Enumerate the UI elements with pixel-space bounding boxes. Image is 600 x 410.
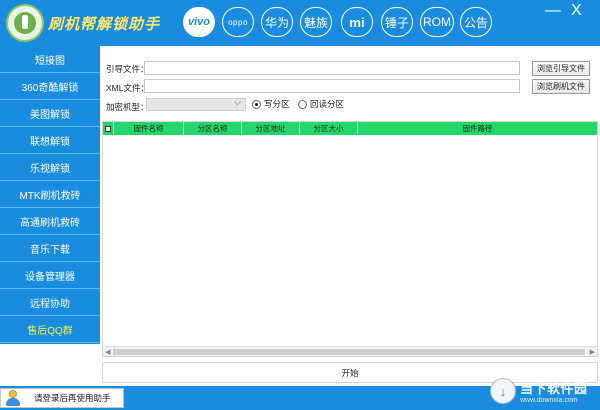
scrollbar-thumb[interactable] (113, 349, 585, 355)
xml-file-input[interactable] (144, 79, 520, 93)
xml-file-label: XML文件： (106, 83, 149, 93)
user-icon (5, 390, 21, 406)
notice-button[interactable]: 公告 (460, 7, 492, 37)
column-partition-size[interactable]: 分区大小 (300, 122, 358, 135)
sidebar-item-device-manager[interactable]: 设备管理器 (0, 262, 100, 289)
brand-mi-button[interactable]: mi (341, 7, 373, 37)
scroll-left-icon[interactable]: ◀ (105, 348, 110, 356)
browse-guide-button[interactable]: 浏览引导文件 (532, 61, 590, 76)
app-logo-icon (6, 4, 44, 42)
read-partition-label: 回读分区 (310, 99, 345, 109)
brand-rom-button[interactable]: ROM (420, 7, 454, 37)
guide-file-input[interactable] (144, 61, 520, 75)
watermark: ↓ 当下软件园 www.downxia.com (490, 378, 588, 404)
app-title: 刷机帮解锁助手 (48, 15, 161, 33)
column-partition-address[interactable]: 分区地址 (242, 122, 300, 135)
top-bar: 刷机帮解锁助手 vivo oppo 华为 魅族 mi 锤子 ROM 公告 — X (0, 0, 600, 46)
sidebar-item-music-download[interactable]: 音乐下载 (0, 235, 100, 262)
brand-huawei-button[interactable]: 华为 (261, 7, 293, 37)
watermark-url: www.downxia.com (520, 397, 578, 404)
radio-checked-icon (252, 99, 261, 109)
table-header: 固件名称 分区名称 分区地址 分区大小 固件路径 (103, 122, 597, 135)
login-hint-text: 请登录后再使用助手 (34, 393, 111, 403)
scroll-right-icon[interactable]: ▶ (590, 348, 595, 356)
sidebar-item-lenovo-unlock[interactable]: 联想解锁 (0, 127, 100, 154)
main-panel: 引导文件： 浏览引导文件 XML文件： 浏览刷机文件 加密机型： ⌵ 写分区 回… (100, 46, 600, 386)
login-prompt[interactable]: 请登录后再使用助手 (0, 388, 124, 408)
radio-unchecked-icon (298, 99, 307, 109)
horizontal-scrollbar[interactable]: ◀ ▶ (103, 346, 597, 356)
select-all-checkbox[interactable] (103, 122, 114, 135)
sidebar-item-remote-assist[interactable]: 远程协助 (0, 289, 100, 316)
checkbox-icon (105, 125, 111, 132)
close-button[interactable]: X (571, 2, 582, 20)
partition-table[interactable]: 固件名称 分区名称 分区地址 分区大小 固件路径 ◀ ▶ (102, 121, 598, 357)
brand-vivo-button[interactable]: vivo (183, 7, 215, 37)
column-firmware-name[interactable]: 固件名称 (114, 122, 184, 135)
brand-oppo-button[interactable]: oppo (222, 7, 254, 37)
write-partition-radio[interactable]: 写分区 (252, 98, 290, 110)
watermark-title: 当下软件园 (520, 381, 588, 396)
sidebar-item-letv-unlock[interactable]: 乐视解锁 (0, 154, 100, 181)
browse-firmware-button[interactable]: 浏览刷机文件 (532, 79, 590, 94)
download-logo-icon: ↓ (490, 378, 516, 404)
brand-meizu-button[interactable]: 魅族 (300, 7, 332, 37)
sidebar-item-360-unlock[interactable]: 360奇酷解锁 (0, 73, 100, 100)
read-partition-radio[interactable]: 回读分区 (298, 98, 344, 110)
sidebar-item-short-circuit[interactable]: 短接图 (0, 46, 100, 73)
model-label: 加密机型： (106, 102, 149, 112)
brand-chuizi-button[interactable]: 锤子 (381, 7, 413, 37)
write-partition-label: 写分区 (264, 99, 290, 109)
sidebar: 短接图 360奇酷解锁 美图解锁 联想解锁 乐视解锁 MTK刷机救砖 高通刷机救… (0, 46, 100, 344)
sidebar-item-mtk-rescue[interactable]: MTK刷机救砖 (0, 181, 100, 208)
sidebar-item-meitu-unlock[interactable]: 美图解锁 (0, 100, 100, 127)
model-select[interactable] (146, 98, 246, 111)
sidebar-item-qq-group[interactable]: 售后QQ群 (0, 316, 100, 343)
sidebar-item-qualcomm-rescue[interactable]: 高通刷机救砖 (0, 208, 100, 235)
column-partition-name[interactable]: 分区名称 (184, 122, 242, 135)
chevron-down-icon[interactable]: ⌵ (234, 97, 241, 108)
minimize-button[interactable]: — (545, 2, 561, 20)
column-firmware-path[interactable]: 固件路径 (358, 122, 597, 135)
guide-file-label: 引导文件： (106, 64, 149, 74)
